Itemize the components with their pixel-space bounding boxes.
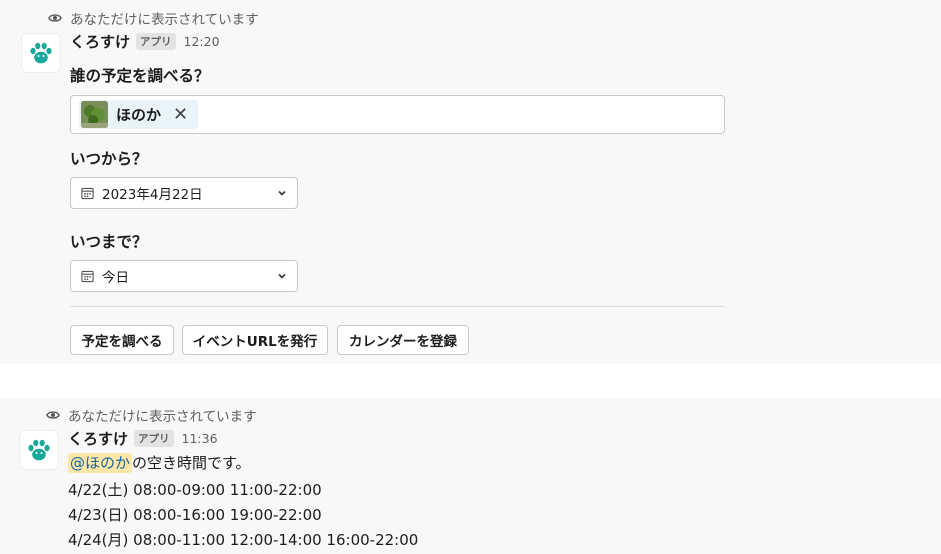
to-date-value: 今日 bbox=[102, 270, 129, 286]
question-who: 誰の予定を調べる？ bbox=[70, 67, 210, 85]
ephemeral-note-text: あなただけに表示されています bbox=[70, 12, 259, 28]
availability-line: 4/22(土) 08:00-09:00 11:00-22:00 bbox=[68, 481, 322, 499]
calendar-icon bbox=[81, 187, 94, 199]
eye-icon bbox=[48, 14, 62, 22]
ephemeral-message-2: あなただけに表示されています くろすけ アプリ 11:36 @ほのか の空き時間で… bbox=[0, 398, 941, 554]
calendar-icon bbox=[81, 270, 94, 282]
issue-event-url-button[interactable]: イベントURLを発行 bbox=[182, 325, 328, 355]
check-schedule-button[interactable]: 予定を調べる bbox=[70, 325, 174, 355]
availability-line: 4/24(月) 08:00-11:00 12:00-14:00 16:00-22… bbox=[68, 531, 419, 549]
register-calendar-button[interactable]: カレンダーを登録 bbox=[337, 325, 469, 355]
bot-name[interactable]: くろすけ bbox=[70, 31, 130, 52]
bot-name[interactable]: くろすけ bbox=[68, 428, 128, 449]
avatar[interactable] bbox=[20, 431, 58, 469]
user-avatar bbox=[81, 101, 108, 128]
close-icon[interactable]: ✕ bbox=[169, 105, 192, 124]
timestamp[interactable]: 12:20 bbox=[184, 34, 220, 49]
chevron-down-icon bbox=[278, 273, 286, 279]
selected-user-name: ほのか bbox=[116, 106, 162, 124]
ephemeral-message-1: あなただけに表示されています くろすけ アプリ 12:20 誰の予定を調べる？ bbox=[0, 0, 941, 364]
paw-icon bbox=[30, 42, 52, 64]
user-multi-select[interactable]: ほのか ✕ bbox=[70, 95, 725, 134]
eye-icon bbox=[46, 411, 60, 419]
paw-icon bbox=[28, 439, 50, 461]
to-date-picker[interactable]: 今日 bbox=[70, 260, 298, 292]
user-mention[interactable]: @ほのか bbox=[68, 453, 133, 473]
question-from: いつから？ bbox=[70, 150, 148, 168]
from-date-picker[interactable]: 2023年4月22日 bbox=[70, 177, 298, 209]
ephemeral-note: あなただけに表示されています bbox=[46, 405, 257, 425]
ephemeral-note: あなただけに表示されています bbox=[48, 8, 259, 28]
availability-line: 4/23(日) 08:00-16:00 19:00-22:00 bbox=[68, 506, 322, 524]
selected-user-chip[interactable]: ほのか ✕ bbox=[79, 100, 199, 129]
from-date-value: 2023年4月22日 bbox=[102, 187, 203, 203]
avatar[interactable] bbox=[22, 34, 60, 72]
question-to: いつまで？ bbox=[70, 233, 148, 251]
intro-text: の空き時間です。 bbox=[132, 454, 251, 472]
app-badge: アプリ bbox=[136, 33, 176, 50]
app-badge: アプリ bbox=[134, 430, 174, 447]
chevron-down-icon bbox=[278, 190, 286, 196]
timestamp[interactable]: 11:36 bbox=[182, 431, 218, 446]
message-header: くろすけ アプリ 11:36 bbox=[68, 428, 218, 449]
availability-intro: @ほのか の空き時間です。 bbox=[68, 452, 251, 473]
message-header: くろすけ アプリ 12:20 bbox=[70, 31, 220, 52]
divider bbox=[70, 306, 725, 307]
ephemeral-note-text: あなただけに表示されています bbox=[68, 409, 257, 425]
